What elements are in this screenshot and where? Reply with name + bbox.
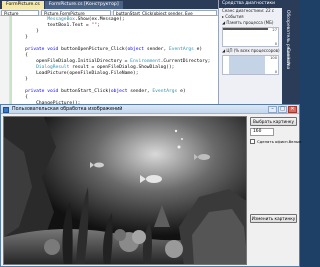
change-margin [10,16,12,104]
diagnostics-title: Средства диагностики [219,0,282,8]
window-titlebar[interactable]: Пользовательская обработка изображений –… [1,105,299,114]
picture-box [3,116,247,265]
side-tool-strip: Обозреватель решений Свойства [282,0,300,104]
controls-panel: Выбрать картинку 160 Сделать офисн.белые… [249,116,301,265]
class-combo[interactable]: Picture.FormPicture [41,9,111,16]
navigation-bar: Picture Picture.FormPicture buttonStart_… [0,9,218,16]
cpu-section[interactable]: ◢ ЦП (% всех процессоров) [219,48,282,54]
code-line: private void buttonStart_Click(object se… [25,89,186,94]
memory-graph: 27 0 [222,27,279,47]
aquarium-photo [4,117,246,264]
line-gutter [0,16,10,104]
image-app-icon [3,106,9,113]
diagnostics-panel: Средства диагностики Сеанс диагностики: … [218,0,282,104]
cpu-bottom-value: 0 [274,70,277,74]
editor-tab-designer[interactable]: FormPicture.cs [Конструктор] [44,1,123,9]
white-checkbox-label: Сделать офисн.белые [257,139,302,144]
maximize-button[interactable]: □ [278,106,287,113]
editor-tab-strip: FormPicture.cs FormPicture.cs [Конструкт… [0,0,218,9]
cpu-graph: 100 0 [222,55,279,75]
code-line: } [14,35,28,40]
member-combo[interactable]: buttonStart_Click(object sender, Eve [113,9,217,16]
white-checkbox[interactable] [250,139,255,144]
open-picture-button[interactable]: Выбрать картинку [250,117,297,126]
memory-top-value: 27 [272,28,277,32]
code-line: private void buttonOpenPicture_Click(obj… [25,47,203,52]
code-line: LoadPicture(openFileDialog.FileName); [14,71,139,76]
properties-tab[interactable]: Свойства [285,48,290,69]
window-title: Пользовательская обработка изображений [12,107,123,112]
image-processing-window: Пользовательская обработка изображений –… [0,104,301,267]
code-line: } [14,77,28,82]
change-picture-button[interactable]: Изменить картинку [250,214,297,223]
white-checkbox-row[interactable]: Сделать офисн.белые [250,138,301,145]
minimize-button[interactable]: – [268,106,277,113]
editor-tab-code[interactable]: FormPicture.cs [2,1,44,9]
close-button[interactable]: ✕ [288,106,297,113]
cpu-area [229,56,265,74]
visual-studio-window: FormPicture.cs FormPicture.cs [Конструкт… [0,0,300,106]
cpu-top-value: 100 [270,56,277,60]
memory-bottom-value: 0 [274,42,277,46]
project-combo[interactable]: Picture [1,9,39,16]
code-editor[interactable]: MessageBox.Show(ex.Message); textBox1.Te… [0,16,218,106]
memory-section[interactable]: ◢ Память процесса (МБ) [219,20,282,26]
desktop: FormPicture.cs FormPicture.cs [Конструкт… [0,0,301,267]
threshold-input[interactable]: 160 [250,128,274,136]
memory-line [223,28,268,30]
